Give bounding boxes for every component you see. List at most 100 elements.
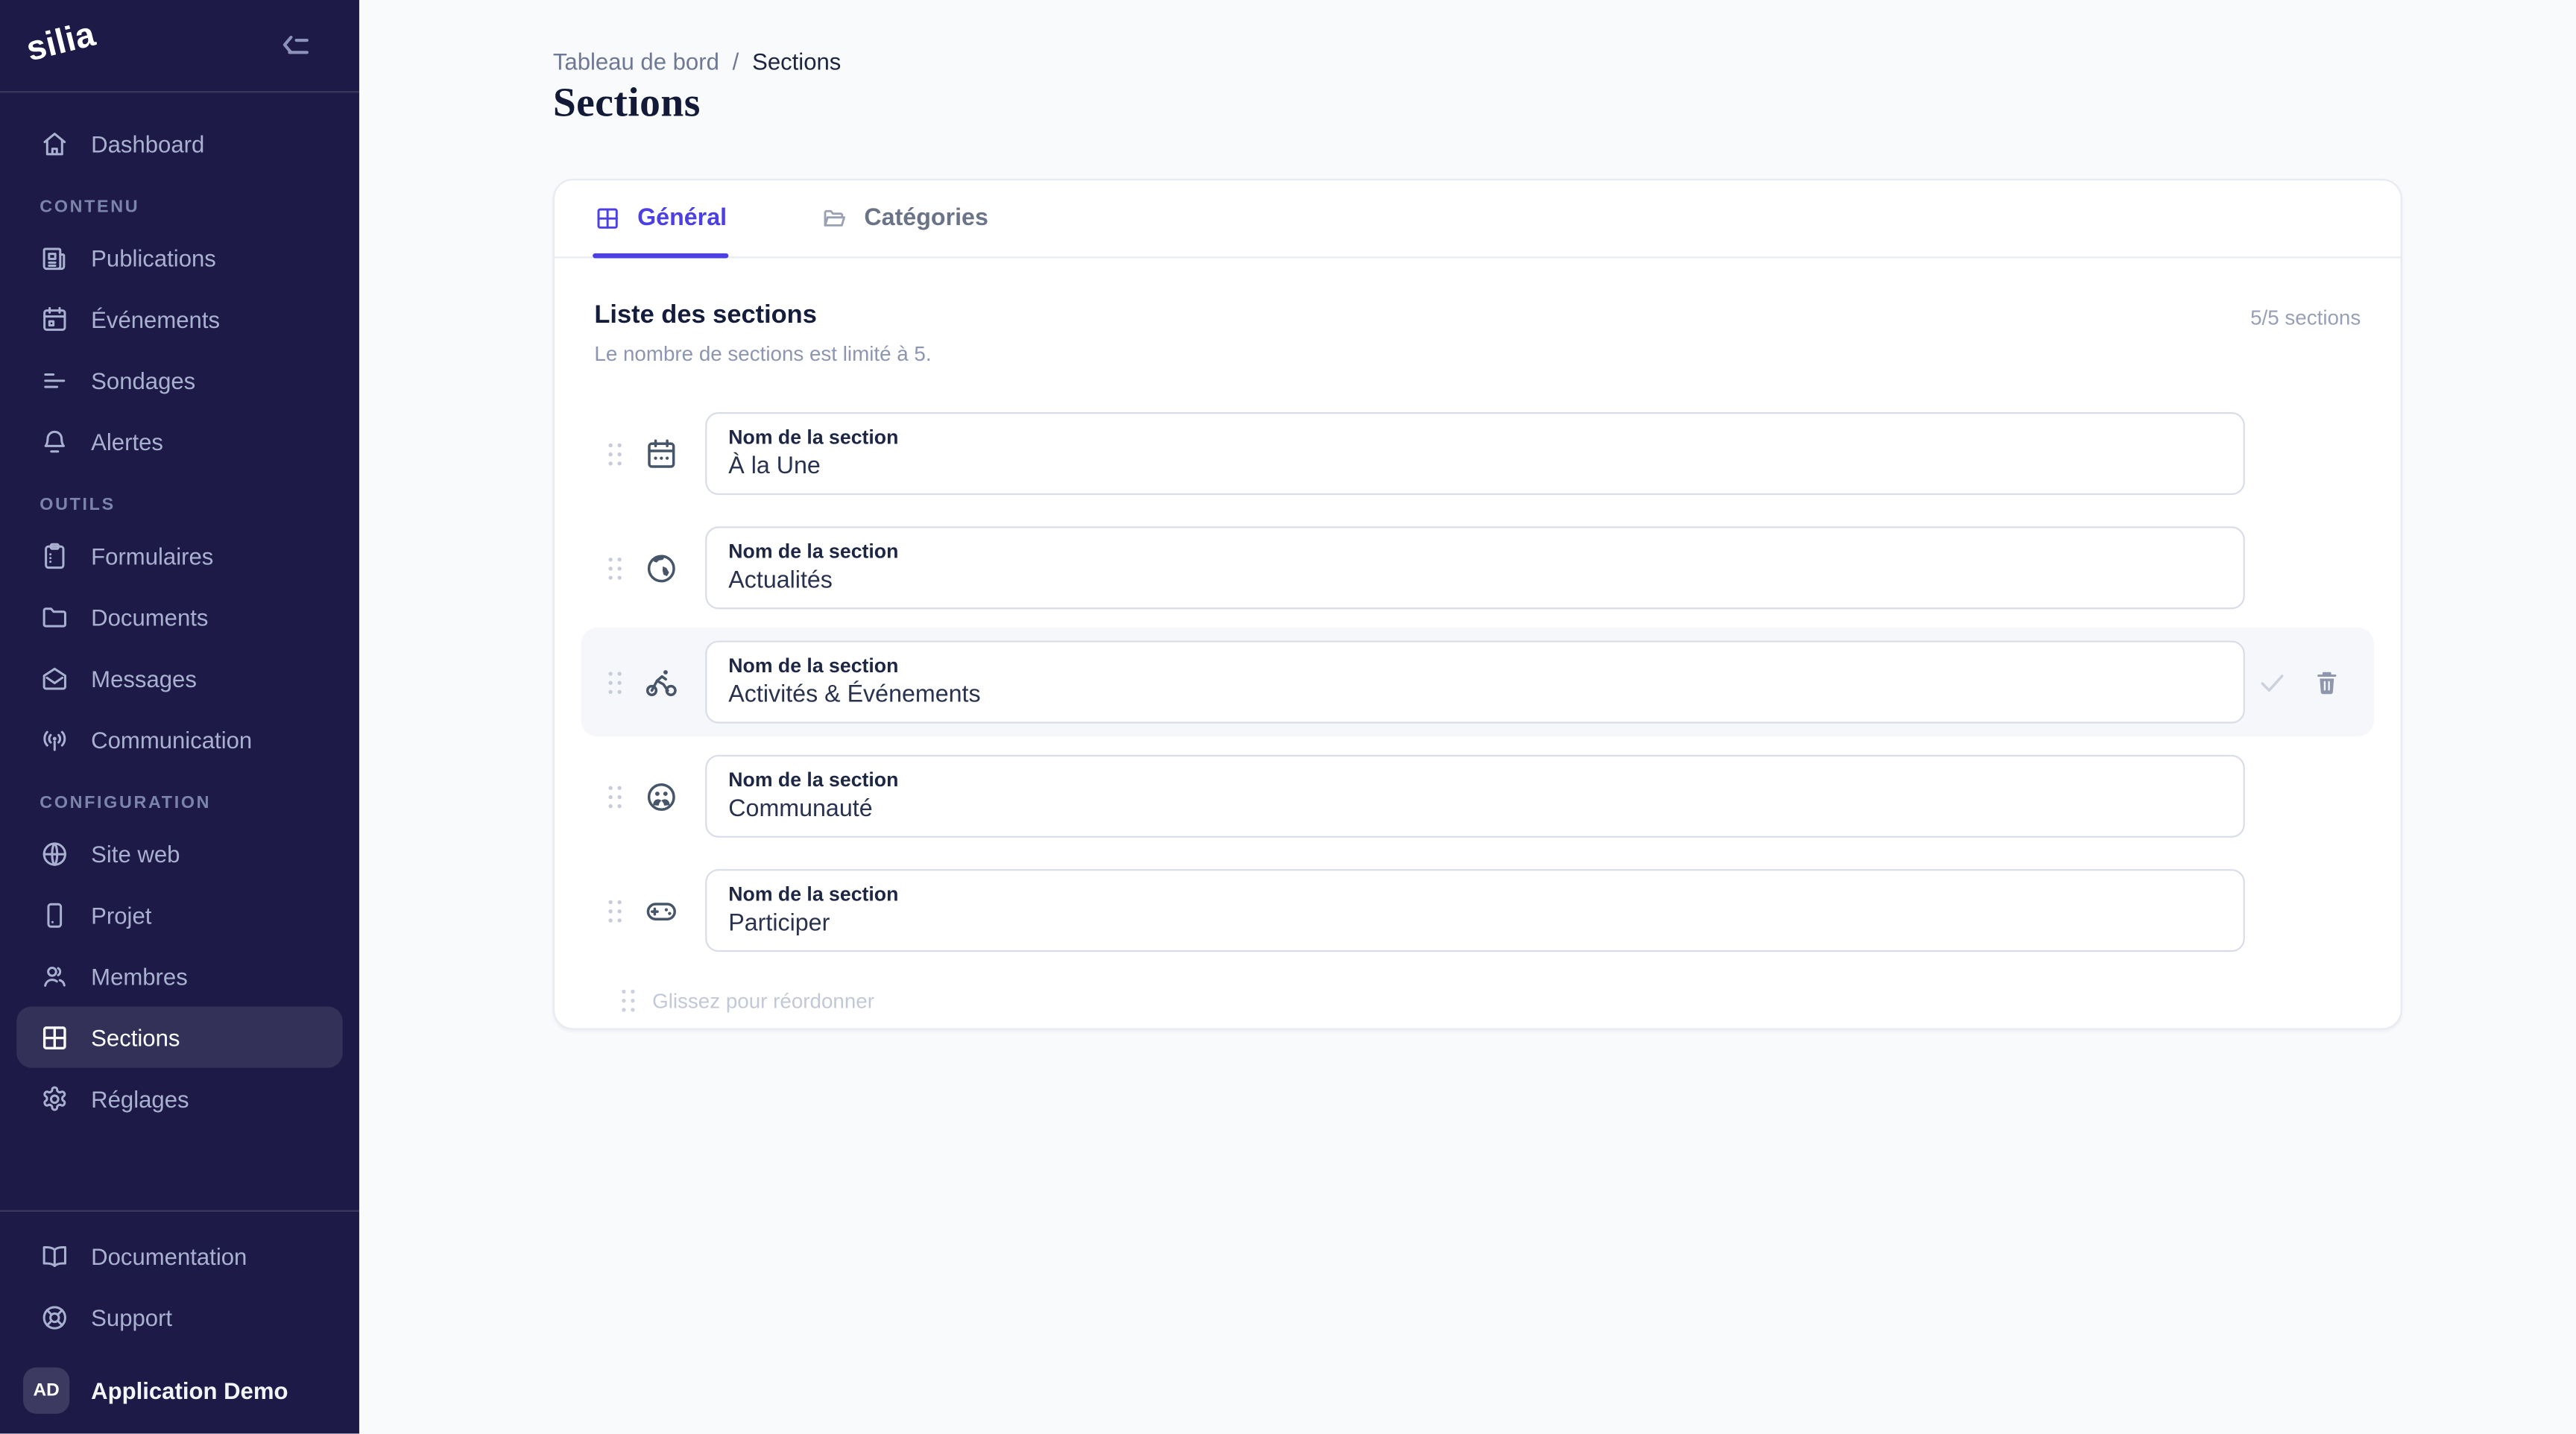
section-name-field[interactable]: Nom de la section Actualités [705,526,2245,609]
sidebar: silia Dashboard CONTENU Publications Évé… [0,0,359,1433]
mail-open-icon [40,663,69,693]
section-name-field[interactable]: Nom de la section Communauté [705,755,2245,838]
section-name-field[interactable]: Nom de la section Participer [705,869,2245,952]
delete-icon[interactable] [2313,668,2341,696]
sidebar-item-label: Projet [91,901,151,928]
sidebar-item-label: Dashboard [91,130,204,157]
breadcrumb-parent[interactable]: Tableau de bord [553,48,719,75]
section-row-communaute: Nom de la section Communauté [581,742,2374,851]
avatar: AD [23,1368,69,1414]
field-value: Activités & Événements [728,680,2221,711]
calendar-icon [40,304,69,334]
tab-label: Catégories [864,205,988,232]
sections-card: Général Catégories Liste des sections Le… [553,179,2402,1030]
drag-handle-icon[interactable] [606,782,624,810]
user-account[interactable]: AD Application Demo [16,1354,343,1414]
field-value: Participer [728,909,2221,940]
sidebar-group-header-configuration: CONFIGURATION [16,770,343,823]
drag-handle-icon[interactable] [606,668,624,696]
row-actions [2256,666,2349,698]
sidebar-item-label: Publications [91,244,216,271]
gamepad-icon [644,893,679,928]
grid-icon [40,1023,69,1052]
sidebar-item-label: Messages [91,665,197,692]
sidebar-group-header-contenu: CONTENU [16,174,343,227]
sidebar-item-formulaires[interactable]: Formulaires [16,525,343,586]
sidebar-item-label: Formulaires [91,542,213,569]
collapse-sidebar-icon[interactable] [278,28,315,65]
sidebar-item-messages[interactable]: Messages [16,647,343,708]
drag-handle-icon[interactable] [606,897,624,925]
section-row-actualites: Nom de la section Actualités [581,514,2374,623]
tab-label: Général [637,205,727,232]
sidebar-item-projet[interactable]: Projet [16,884,343,945]
section-row-participer: Nom de la section Participer [581,856,2374,965]
sidebar-item-alertes[interactable]: Alertes [16,411,343,472]
panel-title: Liste des sections [594,301,931,331]
confirm-icon[interactable] [2256,666,2288,698]
gear-icon [40,1084,69,1114]
sidebar-item-publications[interactable]: Publications [16,227,343,288]
panel-subtitle: Le nombre de sections est limité à 5. [594,343,931,366]
sidebar-item-documents[interactable]: Documents [16,586,343,647]
sidebar-item-label: Sondages [91,367,195,394]
sidebar-item-label: Alertes [91,428,163,455]
sidebar-item-support[interactable]: Support [16,1286,343,1348]
field-label: Nom de la section [728,654,2221,678]
bike-icon [644,665,679,700]
reorder-hint: Glissez pour réordonner [619,987,2374,1015]
globe-icon [40,838,69,868]
sidebar-item-sections[interactable]: Sections [16,1006,343,1067]
reorder-hint-text: Glissez pour réordonner [652,989,874,1012]
sidebar-footer: Documentation Support AD Application Dem… [0,1210,359,1434]
brand-logo[interactable]: silia [22,16,99,71]
folder-open-icon [821,205,848,232]
sidebar-nav: Dashboard CONTENU Publications Événement… [0,92,359,1128]
sidebar-item-sondages[interactable]: Sondages [16,350,343,411]
drag-handle-icon[interactable] [606,554,624,582]
breadcrumb-separator: / [733,48,739,75]
sidebar-item-evenements[interactable]: Événements [16,288,343,349]
life-buoy-icon [40,1302,69,1332]
tab-categories[interactable]: Catégories [821,180,988,256]
sections-list: Nom de la section À la Une Nom de la sec… [555,366,2401,1015]
panel-header-left: Liste des sections Le nombre de sections… [594,301,931,366]
sidebar-item-reglages[interactable]: Réglages [16,1068,343,1129]
community-icon [644,779,679,814]
broadcast-icon [40,724,69,754]
main-content: Tableau de bord / Sections Sections Géné… [359,0,2576,1433]
sidebar-item-label: Support [91,1304,172,1330]
home-icon [40,128,69,158]
field-value: Actualités [728,566,2221,597]
drag-handle-icon [619,987,637,1015]
book-open-icon [40,1241,69,1271]
smartphone-icon [40,900,69,929]
field-value: Communauté [728,795,2221,826]
sidebar-item-communication[interactable]: Communication [16,709,343,770]
section-name-field[interactable]: Nom de la section À la Une [705,412,2245,495]
section-name-field[interactable]: Nom de la section Activités & Événements [705,641,2245,724]
sidebar-item-label: Sections [91,1024,180,1051]
section-row-activites-evenements: Nom de la section Activités & Événements [581,628,2374,737]
sidebar-item-label: Réglages [91,1085,189,1112]
newspaper-icon [40,242,69,272]
folder-icon [40,601,69,631]
sidebar-item-label: Site web [91,840,180,867]
field-label: Nom de la section [728,426,2221,450]
sidebar-item-site-web[interactable]: Site web [16,823,343,884]
users-icon [40,961,69,991]
tab-bar: Général Catégories [555,180,2401,258]
sidebar-item-label: Événements [91,306,220,332]
sidebar-item-label: Membres [91,963,188,990]
sidebar-item-membres[interactable]: Membres [16,945,343,1006]
sidebar-item-dashboard[interactable]: Dashboard [16,113,343,174]
bell-icon [40,426,69,456]
sidebar-item-documentation[interactable]: Documentation [16,1225,343,1286]
breadcrumb: Tableau de bord / Sections [553,48,842,75]
sidebar-header: silia [0,0,359,92]
field-label: Nom de la section [728,883,2221,907]
drag-handle-icon[interactable] [606,440,624,468]
calendar-days-icon [644,436,679,471]
field-label: Nom de la section [728,768,2221,792]
tab-general[interactable]: Général [594,180,727,256]
